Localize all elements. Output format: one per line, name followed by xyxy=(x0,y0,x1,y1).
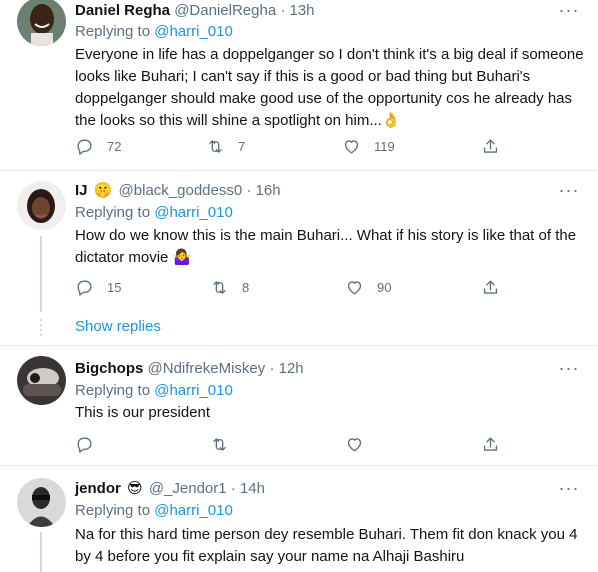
display-name[interactable]: jendor xyxy=(75,480,121,497)
tweet-header: Bigchops @NdifrekeMiskey · 12h xyxy=(75,359,304,379)
mention-link[interactable]: @harri_010 xyxy=(154,382,233,399)
avatar[interactable] xyxy=(17,356,66,405)
heart-icon xyxy=(347,437,362,452)
replying-to-label: Replying to xyxy=(75,23,155,40)
replying-to: Replying to @harri_010 xyxy=(75,22,233,42)
tweet-daniel-regha[interactable]: Daniel Regha @DanielRegha · 13h ··· Repl… xyxy=(0,0,598,165)
tweet-text: Na for this hard time person dey resembl… xyxy=(75,526,578,565)
display-name[interactable]: Daniel Regha xyxy=(75,2,170,19)
retweet-button[interactable]: 8 xyxy=(210,277,249,297)
tweet-bigchops[interactable]: Bigchops @NdifrekeMiskey · 12h ··· Reply… xyxy=(0,346,598,464)
user-handle[interactable]: @black_goddess0 xyxy=(119,182,243,199)
tweet-header: IJ 🤫 @black_goddess0 · 16h xyxy=(75,181,281,201)
retweet-button[interactable]: 7 xyxy=(206,136,245,156)
thread-gap-dots xyxy=(38,319,44,339)
reply-count: 72 xyxy=(107,138,122,154)
display-name[interactable]: IJ xyxy=(75,182,88,199)
share-button[interactable] xyxy=(481,434,500,454)
sunglasses-emoji: 😎 xyxy=(127,480,143,497)
separator: · xyxy=(246,182,252,199)
reply-button[interactable] xyxy=(75,434,107,454)
action-bar: 72 7 119 xyxy=(75,136,575,156)
action-bar: 15 8 90 xyxy=(75,277,575,297)
thread-line xyxy=(40,532,42,572)
replying-to-label: Replying to xyxy=(75,382,155,399)
reply-icon xyxy=(77,279,92,296)
like-button[interactable]: 119 xyxy=(342,136,395,156)
timestamp[interactable]: 12h xyxy=(279,360,304,377)
timestamp[interactable]: 14h xyxy=(240,480,265,497)
more-icon[interactable]: ··· xyxy=(558,359,580,381)
display-name[interactable]: Bigchops xyxy=(75,360,143,377)
like-button[interactable]: 90 xyxy=(345,277,391,297)
user-handle[interactable]: @_Jendor1 xyxy=(149,480,227,497)
timestamp[interactable]: 16h xyxy=(256,182,281,199)
tweet-header: jendor 😎 @_Jendor1 · 14h xyxy=(75,479,265,499)
mention-link[interactable]: @harri_010 xyxy=(154,23,233,40)
heart-icon xyxy=(344,139,359,154)
more-icon[interactable]: ··· xyxy=(558,181,580,203)
retweet-count: 7 xyxy=(238,138,246,154)
tweet-ij[interactable]: IJ 🤫 @black_goddess0 · 16h ··· Replying … xyxy=(0,171,598,341)
separator: · xyxy=(280,2,286,19)
share-button[interactable] xyxy=(481,277,500,297)
tweet-text: This is our president xyxy=(75,404,211,421)
separator: · xyxy=(269,360,275,377)
share-icon xyxy=(483,436,498,451)
replying-to-label: Replying to xyxy=(75,204,155,221)
more-icon[interactable]: ··· xyxy=(558,1,580,23)
tweet-header: Daniel Regha @DanielRegha · 13h xyxy=(75,1,315,21)
reply-button[interactable]: 72 xyxy=(75,136,121,156)
replying-to: Replying to @harri_010 xyxy=(75,501,233,521)
replying-to-label: Replying to xyxy=(75,502,155,519)
tweet-text: Everyone in life has a doppelganger so I… xyxy=(75,46,584,129)
user-handle[interactable]: @DanielRegha xyxy=(174,2,276,19)
avatar[interactable] xyxy=(17,478,66,527)
heart-icon xyxy=(347,280,362,295)
reply-button[interactable]: 15 xyxy=(75,277,121,297)
reply-count: 15 xyxy=(107,279,122,295)
like-count: 90 xyxy=(377,279,392,295)
reply-icon xyxy=(77,436,92,453)
share-button[interactable] xyxy=(481,136,500,156)
retweet-button[interactable] xyxy=(210,434,242,454)
show-replies-link[interactable]: Show replies xyxy=(75,317,161,337)
like-button[interactable] xyxy=(345,434,377,454)
more-icon[interactable]: ··· xyxy=(558,479,580,501)
replying-to: Replying to @harri_010 xyxy=(75,381,233,401)
retweet-icon xyxy=(209,139,222,153)
retweet-count: 8 xyxy=(242,279,250,295)
mention-link[interactable]: @harri_010 xyxy=(154,502,233,519)
reply-icon xyxy=(77,138,92,155)
action-bar xyxy=(75,434,575,454)
avatar[interactable] xyxy=(17,181,66,230)
share-icon xyxy=(483,138,498,153)
tweet-text: How do we know this is the main Buhari..… xyxy=(75,227,577,266)
user-handle[interactable]: @NdifrekeMiskey xyxy=(148,360,266,377)
tweet-jendor[interactable]: jendor 😎 @_Jendor1 · 14h ··· Replying to… xyxy=(0,466,598,572)
retweet-icon xyxy=(213,437,226,451)
shushing-face-emoji: 🤫 xyxy=(93,182,113,199)
thread-line xyxy=(40,236,42,312)
like-count: 119 xyxy=(374,138,395,154)
mention-link[interactable]: @harri_010 xyxy=(154,204,233,221)
separator: · xyxy=(230,480,236,497)
avatar[interactable] xyxy=(17,0,66,46)
timestamp[interactable]: 13h xyxy=(290,2,315,19)
replying-to: Replying to @harri_010 xyxy=(75,203,233,223)
retweet-icon xyxy=(213,280,226,294)
share-icon xyxy=(483,279,498,294)
